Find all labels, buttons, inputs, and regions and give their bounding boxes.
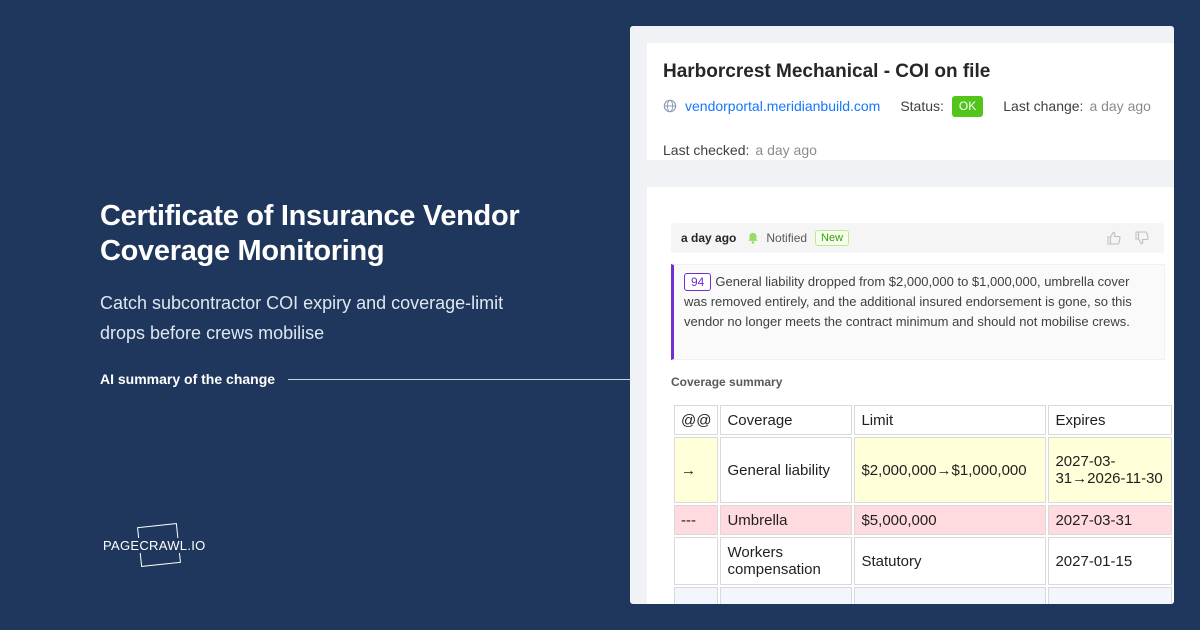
expires-cell: 2027-01-15 xyxy=(1048,537,1173,585)
column-header: @@ xyxy=(674,405,719,435)
importance-score-badge: 94 xyxy=(684,273,712,291)
table-row: --- Umbrella $5,000,000 2027-03-31 xyxy=(674,505,1173,535)
table-row: → General liability $2,000,000→$1,000,00… xyxy=(674,437,1173,503)
table-row: Workers compensation Statutory 2027-01-1… xyxy=(674,537,1173,585)
coverage-cell: General liability xyxy=(720,437,853,503)
hero-title: Certificate of Insurance Vendor Coverage… xyxy=(100,200,520,267)
table-header-row: @@ Coverage Limit Expires xyxy=(674,405,1173,435)
coverage-cell: Umbrella xyxy=(720,505,853,535)
status-badge: OK xyxy=(951,95,984,117)
empty-cell xyxy=(854,587,1047,604)
empty-cell xyxy=(1048,587,1173,604)
diff-marker: → xyxy=(674,437,719,503)
limit-cell: Statutory xyxy=(854,537,1047,585)
limit-cell: $5,000,000 xyxy=(854,505,1047,535)
new-tag: New xyxy=(815,230,850,246)
monitor-url-link[interactable]: vendorportal.meridianbuild.com xyxy=(685,98,880,114)
table-row-partial xyxy=(674,587,1173,604)
app-window: Harborcrest Mechanical - COI on file ven… xyxy=(630,26,1174,604)
history-time: a day ago xyxy=(681,231,737,245)
coverage-cell: Workers compensation xyxy=(720,537,853,585)
brand-logo: PAGECRAWL.IO xyxy=(101,523,221,568)
callout-connector xyxy=(288,379,640,380)
ai-summary: 94 General liability dropped from $2,000,… xyxy=(671,264,1165,360)
column-header: Coverage xyxy=(720,405,853,435)
bell-icon xyxy=(748,232,758,244)
expires-cell: 2027-03-31→2026-11-30 xyxy=(1048,437,1173,503)
last-checked-label: Last checked: xyxy=(663,142,750,158)
expires-cell: 2027-03-31 xyxy=(1048,505,1173,535)
logo-text: PAGECRAWL.IO xyxy=(101,538,208,553)
hero-subtitle: Catch subcontractor COI expiry and cover… xyxy=(100,293,504,343)
empty-cell xyxy=(720,587,853,604)
last-checked-value: a day ago xyxy=(755,142,817,158)
change-detail-card: a day ago Notified New 94 General liabili… xyxy=(647,187,1174,604)
diff-marker: --- xyxy=(674,505,719,535)
last-change-value: a day ago xyxy=(1089,98,1151,114)
last-checked-row: Last checked: a day ago xyxy=(663,142,817,158)
ai-summary-text: General liability dropped from $2,000,00… xyxy=(684,274,1132,329)
monitor-header-card: Harborcrest Mechanical - COI on file ven… xyxy=(647,43,1174,160)
feedback-buttons xyxy=(1106,230,1150,246)
coverage-summary-label: Coverage summary xyxy=(671,375,783,389)
notified-label: Notified xyxy=(766,231,808,245)
page-title: Harborcrest Mechanical - COI on file xyxy=(663,61,991,82)
callout-label: AI summary of the change xyxy=(100,371,276,387)
last-change-label: Last change: xyxy=(1003,98,1084,114)
coverage-diff-table: @@ Coverage Limit Expires → General liab… xyxy=(672,403,1174,604)
status-label: Status: xyxy=(900,98,944,114)
monitor-meta-row: vendorportal.meridianbuild.com Status: O… xyxy=(663,95,1151,117)
thumbs-up-icon[interactable] xyxy=(1106,230,1122,246)
limit-cell: $2,000,000→$1,000,000 xyxy=(854,437,1047,503)
column-header: Limit xyxy=(854,405,1047,435)
empty-cell xyxy=(674,587,719,604)
diff-marker xyxy=(674,537,719,585)
thumbs-down-icon[interactable] xyxy=(1134,230,1150,246)
globe-icon xyxy=(663,99,677,113)
history-entry-header[interactable]: a day ago Notified New xyxy=(671,223,1164,253)
column-header: Expires xyxy=(1048,405,1173,435)
